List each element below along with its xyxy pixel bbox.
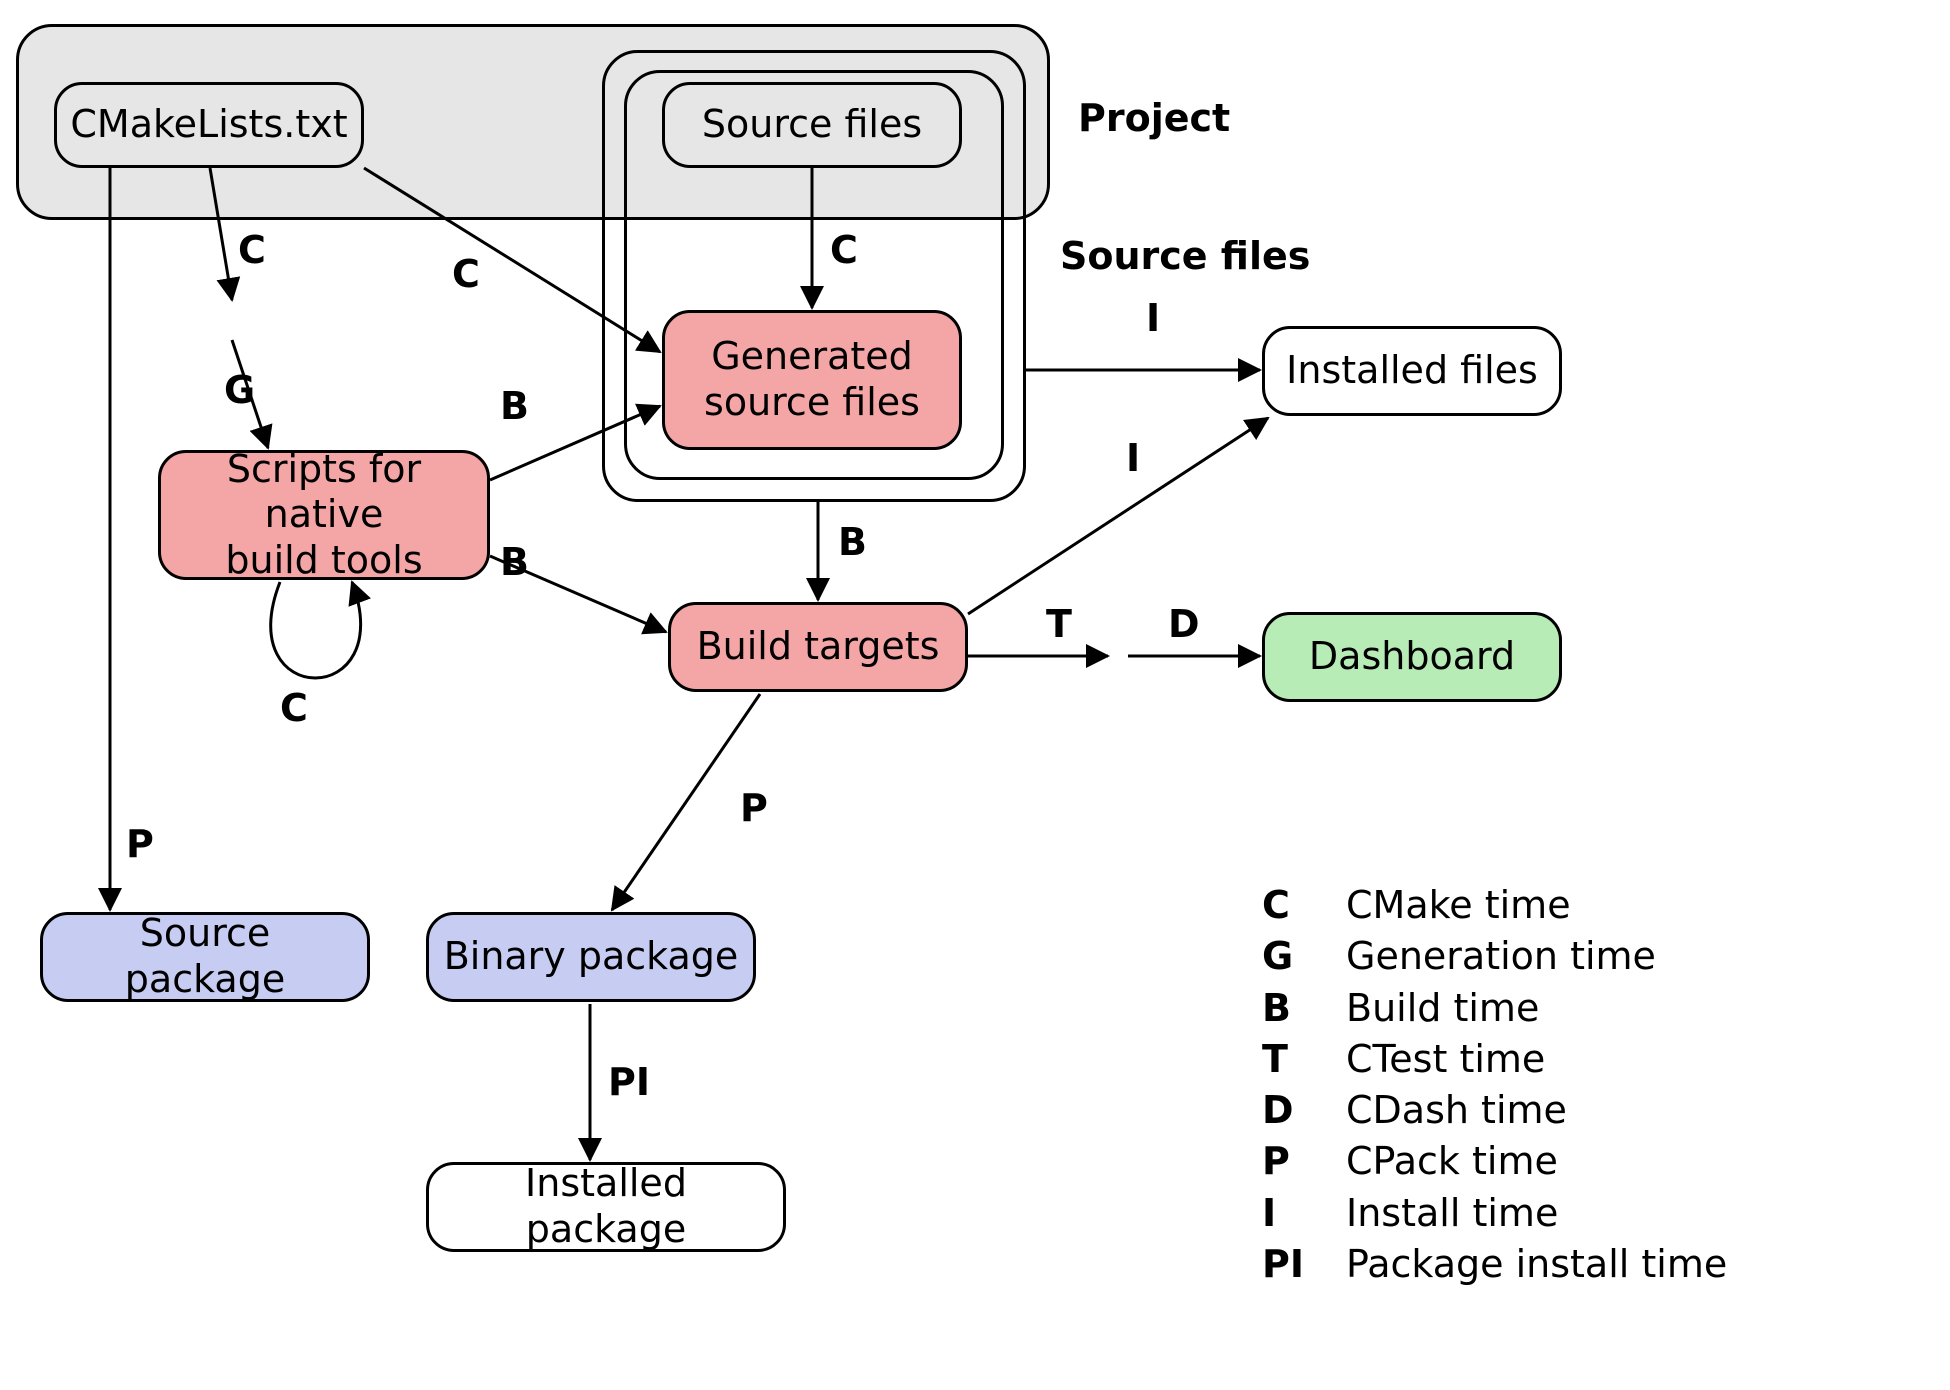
legend-desc: Build time [1346,983,1539,1034]
node-generated-source: Generated source files [662,310,962,450]
label-source-files: Source files [1060,234,1310,278]
label-project: Project [1078,96,1230,140]
node-source-package: Source package [40,912,370,1002]
edge-generated-build: B [838,520,867,564]
edge-cmakelists-srcpkg: P [126,822,154,866]
diagram-canvas: CMakeLists.txt Source files Generated so… [0,0,1950,1390]
legend-key: D [1262,1085,1318,1136]
legend-row: PI Package install time [1262,1239,1727,1290]
legend-row: C CMake time [1262,880,1727,931]
node-dashboard: Dashboard [1262,612,1562,702]
edge-scripts-g: G [224,368,255,412]
legend-key: T [1262,1034,1318,1085]
legend-key: I [1262,1188,1318,1239]
node-build-targets: Build targets [668,602,968,692]
node-scripts: Scripts for native build tools [158,450,490,580]
legend-key: PI [1262,1239,1318,1290]
node-installed-files: Installed files [1262,326,1562,416]
edge-source-generated: C [830,228,858,272]
edge-build-installed: I [1126,436,1140,480]
legend-row: T CTest time [1262,1034,1727,1085]
legend-key: G [1262,931,1318,982]
edge-build-binpkg: P [740,786,768,830]
legend-row: P CPack time [1262,1136,1727,1187]
legend-desc: CTest time [1346,1034,1545,1085]
edge-binpkg-instpkg: PI [608,1060,650,1104]
edge-build-dashboard-t: T [1046,602,1072,646]
legend-desc: Package install time [1346,1239,1727,1290]
legend-desc: CPack time [1346,1136,1558,1187]
edge-generated-installed: I [1146,296,1160,340]
edge-scripts-generated: B [500,384,529,428]
legend-desc: CDash time [1346,1085,1567,1136]
legend: C CMake time G Generation time B Build time… [1262,880,1727,1290]
legend-desc: CMake time [1346,880,1571,931]
edge-build-dashboard-d: D [1168,602,1200,646]
legend-desc: Install time [1346,1188,1558,1239]
legend-row: G Generation time [1262,931,1727,982]
node-cmakelists: CMakeLists.txt [54,82,364,168]
node-installed-package: Installed package [426,1162,786,1252]
edge-scripts-build: B [500,540,529,584]
edge-cmakelists-generated: C [452,252,480,296]
legend-row: B Build time [1262,983,1727,1034]
legend-key: P [1262,1136,1318,1187]
legend-desc: Generation time [1346,931,1656,982]
legend-row: I Install time [1262,1188,1727,1239]
legend-row: D CDash time [1262,1085,1727,1136]
legend-key: C [1262,880,1318,931]
legend-key: B [1262,983,1318,1034]
node-source-files: Source files [662,82,962,168]
node-binary-package: Binary package [426,912,756,1002]
edge-scripts-loop-c: C [280,686,308,730]
edge-cmakelists-scripts: C [238,228,266,272]
